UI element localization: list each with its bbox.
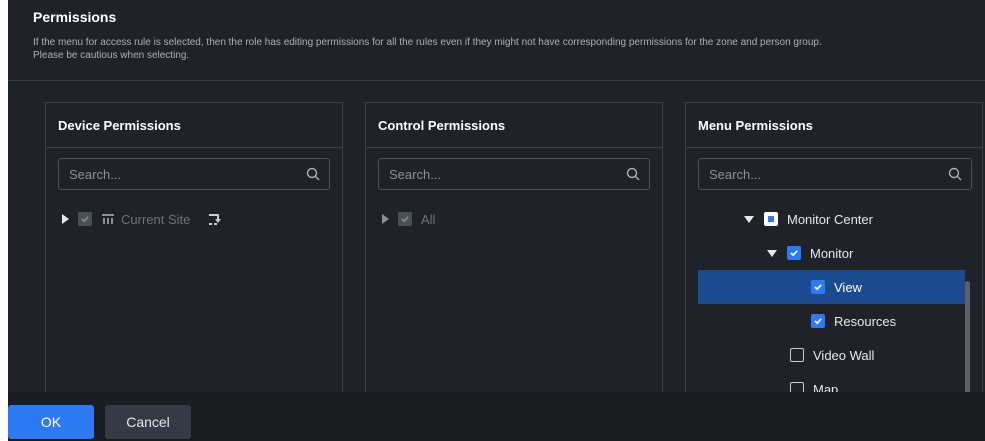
menu-search-box bbox=[698, 158, 972, 190]
tree-item-monitor-center[interactable]: Monitor Center bbox=[744, 202, 873, 236]
tree-item-current-site[interactable]: Current Site bbox=[62, 202, 224, 236]
resources-checkbox[interactable] bbox=[811, 314, 825, 328]
tree-item-label: View bbox=[834, 279, 862, 295]
menu-search-input[interactable] bbox=[699, 159, 971, 189]
permissions-description: If the menu for access rule is selected,… bbox=[33, 37, 822, 61]
tree-item-monitor[interactable]: Monitor bbox=[767, 236, 853, 270]
all-checkbox[interactable] bbox=[398, 212, 412, 226]
caret-right-icon[interactable] bbox=[382, 214, 389, 224]
site-action-icon[interactable] bbox=[208, 212, 224, 226]
device-permissions-title: Device Permissions bbox=[58, 118, 181, 133]
tree-item-label: Resources bbox=[834, 313, 897, 329]
current-site-checkbox[interactable] bbox=[78, 212, 92, 226]
menu-permissions-title: Menu Permissions bbox=[698, 118, 813, 133]
panel-divider bbox=[366, 147, 662, 148]
search-icon[interactable] bbox=[626, 167, 640, 181]
menu-tree-scrollbar[interactable] bbox=[965, 281, 970, 401]
caret-down-icon[interactable] bbox=[744, 215, 754, 223]
view-checkbox[interactable] bbox=[811, 280, 825, 294]
search-icon[interactable] bbox=[306, 167, 320, 181]
search-icon[interactable] bbox=[948, 167, 962, 181]
control-search-box bbox=[378, 158, 650, 190]
caret-right-icon[interactable] bbox=[62, 214, 69, 224]
device-search-input[interactable] bbox=[59, 159, 329, 189]
tree-item-label: Monitor Center bbox=[787, 211, 873, 227]
device-permissions-panel: Device Permissions Current Site bbox=[45, 102, 343, 402]
tree-item-video-wall[interactable]: Video Wall bbox=[790, 338, 874, 372]
site-icon bbox=[102, 214, 114, 224]
dialog-footer: OK Cancel bbox=[8, 392, 985, 441]
tree-item-label: Current Site bbox=[121, 211, 191, 227]
tree-item-resources[interactable]: Resources bbox=[811, 304, 896, 338]
panel-divider bbox=[686, 147, 982, 148]
ok-button[interactable]: OK bbox=[8, 405, 94, 439]
page-title: Permissions bbox=[33, 9, 117, 25]
video-wall-checkbox[interactable] bbox=[790, 348, 804, 362]
tree-item-view[interactable]: View bbox=[698, 270, 965, 304]
control-permissions-panel: Control Permissions All bbox=[365, 102, 663, 402]
cancel-button[interactable]: Cancel bbox=[105, 405, 191, 439]
panel-divider bbox=[46, 147, 342, 148]
control-permissions-title: Control Permissions bbox=[378, 118, 506, 133]
control-search-input[interactable] bbox=[379, 159, 649, 189]
tree-item-label: Monitor bbox=[810, 245, 854, 261]
tree-item-label: Video Wall bbox=[813, 347, 875, 363]
caret-down-icon[interactable] bbox=[767, 249, 777, 257]
tree-item-all[interactable]: All bbox=[382, 202, 435, 236]
monitor-checkbox[interactable] bbox=[787, 246, 801, 260]
menu-permissions-panel: Menu Permissions Monitor Center Monitor bbox=[685, 102, 983, 402]
device-search-box bbox=[58, 158, 330, 190]
monitor-center-checkbox[interactable] bbox=[764, 212, 778, 226]
tree-item-label: All bbox=[421, 211, 436, 227]
permissions-header: Permissions If the menu for access rule … bbox=[8, 0, 985, 81]
permissions-dialog: Permissions If the menu for access rule … bbox=[8, 0, 985, 441]
